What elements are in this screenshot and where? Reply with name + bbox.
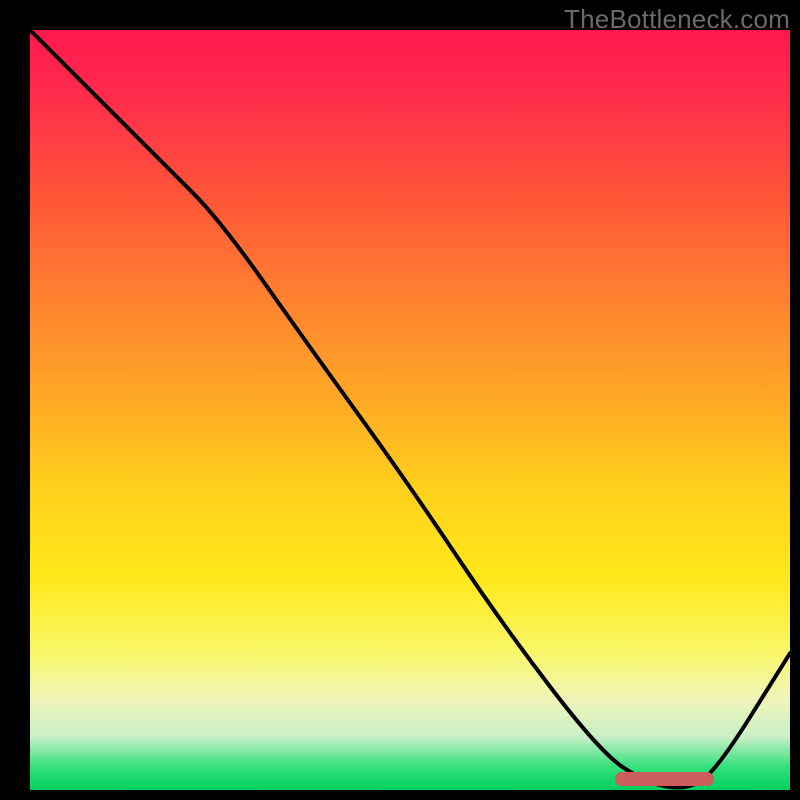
optimal-range-marker xyxy=(615,772,714,786)
bottleneck-chart xyxy=(30,30,790,790)
bottleneck-curve xyxy=(30,30,790,790)
